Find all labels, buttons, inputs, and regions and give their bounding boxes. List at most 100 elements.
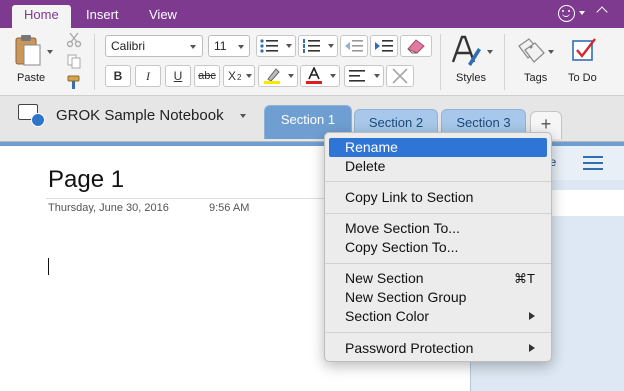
font-color-button[interactable] [300, 65, 340, 87]
numbering-button[interactable] [298, 35, 338, 57]
align-left-icon [349, 70, 365, 82]
checkbox-icon [572, 38, 596, 61]
italic-button[interactable]: I [135, 65, 161, 87]
tags-button[interactable]: Tags [512, 32, 558, 90]
strikethrough-button[interactable]: abc [194, 65, 220, 87]
bold-label: B [113, 69, 123, 83]
increase-indent-button[interactable] [370, 35, 398, 57]
menu-item-label: Password Protection [345, 340, 474, 356]
menu-item-delete[interactable]: Delete [329, 157, 547, 176]
menu-item-label: Rename [345, 139, 398, 155]
menu-separator [325, 213, 551, 214]
highlight-button[interactable] [258, 65, 298, 87]
chevron-down-icon [374, 74, 380, 78]
submenu-arrow-icon [529, 312, 535, 320]
ribbon: Paste Calibri 11 B I U abc X 2 Styles Ta… [0, 28, 624, 96]
format-painter-icon[interactable] [66, 74, 82, 90]
menu-item-password-protection[interactable]: Password Protection [329, 339, 547, 358]
ribbon-divider [94, 34, 95, 90]
menu-item-label: Copy Section To... [345, 239, 459, 255]
cut-icon[interactable] [66, 32, 82, 48]
submenu-arrow-icon [529, 344, 535, 352]
menu-item-copy-link[interactable]: Copy Link to Section [329, 188, 547, 207]
page-title[interactable]: Page 1 [48, 166, 124, 194]
sync-icon [31, 113, 45, 127]
page-list-options-icon[interactable] [583, 156, 603, 170]
menu-item-label: Section Color [345, 308, 430, 324]
clipboard-icon [15, 35, 41, 66]
chevron-down-icon [330, 74, 336, 78]
menu-separator [325, 263, 551, 264]
menu-item-copy-section[interactable]: Copy Section To... [329, 238, 547, 257]
menu-item-rename[interactable]: Rename [329, 138, 547, 157]
font-family-value: Calibri [111, 39, 146, 53]
title-bar: Home Insert View [0, 0, 624, 28]
menu-item-label: Copy Link to Section [345, 189, 474, 205]
font-family-select[interactable]: Calibri [105, 35, 203, 57]
collapse-ribbon-icon[interactable] [596, 6, 608, 18]
underline-button[interactable]: U [165, 65, 191, 87]
tags-caret-icon [548, 50, 554, 54]
menu-item-label: Move Section To... [345, 220, 460, 236]
feedback-smiley-icon[interactable] [558, 5, 575, 22]
styles-icon [451, 35, 481, 66]
copy-icon[interactable] [66, 53, 82, 69]
tab-home[interactable]: Home [12, 5, 71, 28]
title-divider [46, 198, 326, 199]
clear-formatting-button[interactable] [400, 35, 432, 57]
delete-button[interactable] [386, 65, 414, 87]
ribbon-divider [440, 34, 441, 90]
styles-label: Styles [456, 72, 486, 84]
menu-item-move-section[interactable]: Move Section To... [329, 219, 547, 238]
bullet-list-icon [260, 39, 278, 53]
italic-label: I [146, 69, 150, 83]
section-context-menu: Rename Delete Copy Link to Section Move … [324, 132, 552, 362]
chevron-down-icon [246, 74, 252, 78]
font-color-icon [306, 67, 322, 84]
font-size-select[interactable]: 11 [208, 35, 250, 57]
paste-button[interactable]: Paste [10, 32, 56, 90]
paste-caret-icon[interactable] [47, 50, 53, 54]
page-date: Thursday, June 30, 2016 [48, 202, 169, 214]
styles-button[interactable]: Styles [446, 32, 500, 90]
tab-insert[interactable]: Insert [74, 5, 131, 28]
styles-caret-icon [487, 50, 493, 54]
feedback-caret-icon[interactable] [579, 11, 585, 15]
menu-separator [325, 332, 551, 333]
chevron-down-icon[interactable] [240, 114, 246, 118]
highlighter-icon [264, 68, 280, 84]
todo-label: To Do [568, 72, 597, 84]
eraser-icon [407, 39, 425, 54]
strikethrough-label: abc [198, 70, 216, 82]
chevron-down-icon [190, 45, 196, 49]
subscript-button[interactable]: X 2 [223, 65, 255, 87]
menu-item-new-section[interactable]: New Section ⌘T [329, 269, 547, 288]
chevron-down-icon [328, 44, 334, 48]
menu-item-label: New Section Group [345, 289, 467, 305]
increase-indent-icon [375, 40, 393, 52]
tab-view[interactable]: View [137, 5, 189, 28]
underline-label: U [173, 69, 183, 83]
ribbon-divider [504, 34, 505, 90]
decrease-indent-button[interactable] [340, 35, 368, 57]
align-button[interactable] [344, 65, 384, 87]
chevron-down-icon [288, 74, 294, 78]
todo-button[interactable]: To Do [564, 32, 604, 90]
tag-icon [518, 38, 545, 63]
subscript-small: 2 [237, 73, 242, 82]
decrease-indent-icon [345, 40, 363, 52]
menu-item-label: New Section [345, 270, 424, 286]
tags-label: Tags [524, 72, 548, 84]
bold-button[interactable]: B [105, 65, 131, 87]
numbered-list-icon [303, 39, 320, 53]
menu-item-section-color[interactable]: Section Color [329, 307, 547, 326]
menu-item-new-section-group[interactable]: New Section Group [329, 288, 547, 307]
delete-x-icon [392, 68, 408, 84]
paste-label: Paste [17, 72, 46, 84]
menu-item-label: Delete [345, 158, 386, 174]
menu-item-shortcut: ⌘T [514, 271, 535, 286]
font-size-value: 11 [214, 39, 227, 53]
text-cursor [48, 258, 49, 275]
notebook-name[interactable]: GROK Sample Notebook [56, 107, 224, 124]
bullets-button[interactable] [256, 35, 296, 57]
